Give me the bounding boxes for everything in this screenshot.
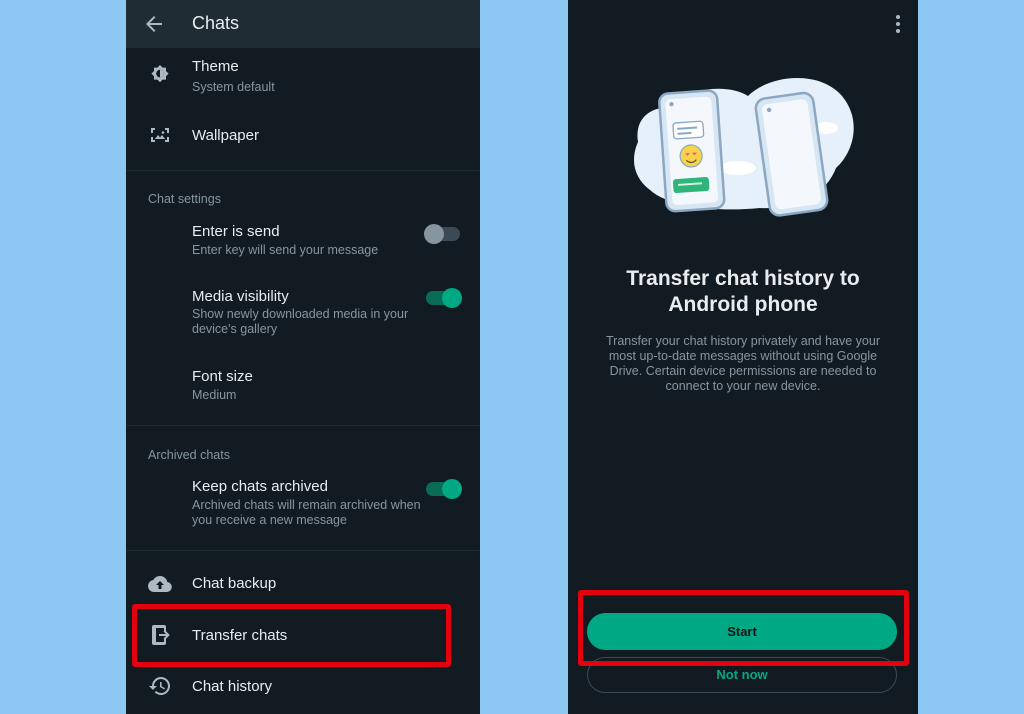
font-size-setting[interactable]: Font size Medium xyxy=(126,362,480,412)
theme-label: Theme xyxy=(192,58,239,75)
divider xyxy=(126,170,480,171)
theme-setting[interactable]: Theme System default xyxy=(126,52,480,108)
wallpaper-label: Wallpaper xyxy=(192,127,259,144)
wallpaper-icon xyxy=(151,128,169,142)
transfer-chats-highlight-box xyxy=(132,604,451,667)
app-bar: Chats xyxy=(126,0,480,48)
enter-is-send-label: Enter is send xyxy=(192,223,280,240)
chat-backup-label: Chat backup xyxy=(192,575,277,592)
font-size-value: Medium xyxy=(192,388,237,402)
keep-chats-archived-label: Keep chats archived xyxy=(192,478,328,495)
divider xyxy=(126,425,480,426)
keep-chats-archived-description: Archived chats will remain archived when… xyxy=(192,498,421,527)
enter-is-send-description: Enter key will send your message xyxy=(192,243,379,257)
phone-transfer-illustration xyxy=(634,77,854,217)
wallpaper-setting[interactable]: Wallpaper xyxy=(126,112,480,158)
keep-chats-archived-setting[interactable]: Keep chats archived Archived chats will … xyxy=(126,472,480,536)
chat-history-item[interactable]: Chat history xyxy=(126,666,480,706)
archived-chats-heading: Archived chats xyxy=(148,448,230,462)
media-visibility-toggle[interactable] xyxy=(426,288,462,308)
media-visibility-label: Media visibility xyxy=(192,288,289,305)
chat-backup-item[interactable]: Chat backup xyxy=(126,564,480,604)
back-arrow-icon[interactable] xyxy=(142,12,166,36)
enter-is-send-setting[interactable]: Enter is send Enter key will send your m… xyxy=(126,216,480,266)
chat-settings-heading: Chat settings xyxy=(148,192,221,206)
keep-chats-archived-toggle[interactable] xyxy=(426,479,462,499)
enter-is-send-toggle[interactable] xyxy=(424,224,460,244)
media-visibility-setting[interactable]: Media visibility Show newly downloaded m… xyxy=(126,282,480,346)
transfer-description: Transfer your chat history privately and… xyxy=(606,334,880,393)
page-title: Chats xyxy=(192,13,240,33)
transfer-heading: Transfer chat history to Android phone xyxy=(626,267,860,316)
media-visibility-description: Show newly downloaded media in your devi… xyxy=(192,307,409,336)
brightness-icon xyxy=(151,65,169,83)
start-button-highlight-box xyxy=(578,590,909,666)
chat-history-label: Chat history xyxy=(192,678,273,695)
theme-value: System default xyxy=(192,80,275,94)
cloud-upload-icon xyxy=(148,576,172,592)
history-icon xyxy=(149,677,170,695)
font-size-label: Font size xyxy=(192,368,253,385)
divider xyxy=(126,550,480,551)
more-options-icon[interactable] xyxy=(886,12,910,36)
